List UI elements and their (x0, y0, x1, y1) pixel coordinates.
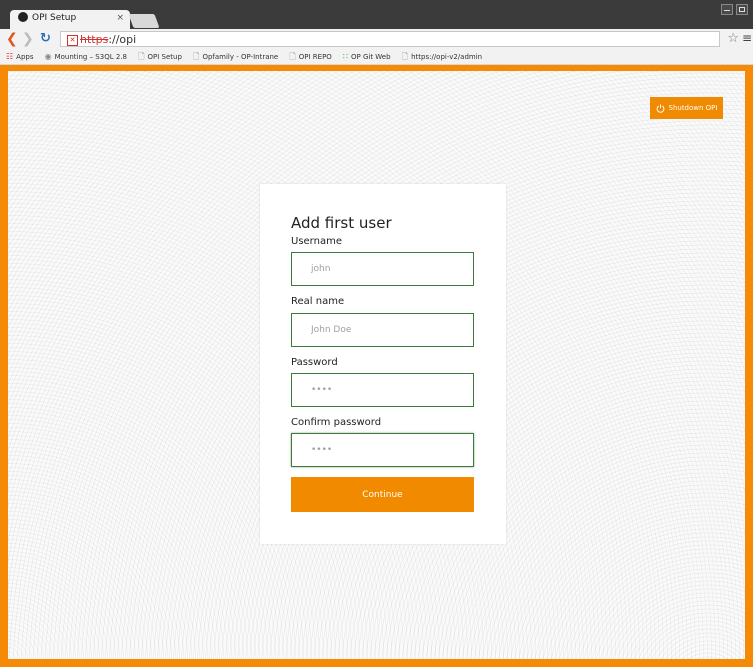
page-background: Shutdown OPI Add first user Username Rea… (8, 71, 745, 659)
bookmarks-bar: ☷ Apps ◉ Mounting – S3QL 2.8 🗋 OPI Setup 🗋 O… (0, 50, 753, 65)
bookmark-label: OPI Setup (147, 53, 182, 61)
url-host: ://opi (108, 33, 137, 46)
username-input[interactable] (291, 252, 474, 286)
page-icon: 🗋 (289, 52, 296, 61)
shutdown-label: Shutdown OPI (668, 104, 718, 112)
reload-icon[interactable]: ↻ (40, 32, 51, 46)
browser-menu-icon[interactable]: ≡ (742, 31, 752, 45)
bookmark-label: OP Git Web (351, 53, 391, 61)
add-user-card: Add first user Username Real name Passwo… (260, 184, 506, 544)
bookmark-apps[interactable]: ☷ Apps (6, 50, 34, 64)
form-title: Add first user (291, 214, 392, 232)
page-icon: 🗋 (193, 52, 200, 61)
browser-toolbar: ❮ ❯ ↻ ✕ https://opi ☆ ≡ (0, 29, 753, 50)
s3ql-icon: ◉ (44, 52, 52, 61)
maximize-window-icon[interactable] (736, 4, 748, 15)
tab-close-icon[interactable]: × (116, 13, 124, 23)
bookmark-label: Apps (16, 53, 34, 61)
bookmark-opi-admin[interactable]: 🗋 https://opi-v2/admin (402, 50, 482, 64)
bookmark-label: https://opi-v2/admin (411, 53, 483, 61)
realname-label: Real name (291, 296, 345, 307)
insecure-lock-icon[interactable]: ✕ (67, 34, 78, 46)
tab-title: OPI Setup (32, 13, 77, 23)
bookmark-star-icon[interactable]: ☆ (727, 31, 739, 46)
password-label: Password (291, 357, 338, 368)
bookmark-opfamily[interactable]: 🗋 Opfamily - OP-Intrane (193, 50, 278, 64)
confirm-password-input[interactable] (291, 433, 474, 467)
apps-grid-icon: ☷ (6, 52, 14, 61)
git-icon: ∷ (342, 52, 348, 61)
bookmark-label: Opfamily - OP-Intrane (202, 53, 279, 61)
address-bar[interactable]: ✕ https://opi (60, 31, 720, 47)
bookmark-s3ql[interactable]: ◉ Mounting – S3QL 2.8 (45, 50, 127, 64)
power-icon (656, 104, 665, 113)
username-label: Username (291, 236, 342, 247)
shutdown-button[interactable]: Shutdown OPI (650, 97, 723, 119)
minimize-window-icon[interactable] (721, 4, 733, 15)
bookmark-opi-setup[interactable]: 🗋 OPI Setup (138, 50, 182, 64)
site-favicon-icon (18, 12, 28, 22)
continue-button[interactable]: Continue (291, 477, 474, 512)
password-input[interactable] (291, 373, 474, 407)
new-tab-button[interactable] (128, 14, 160, 28)
tab-strip: OPI Setup × (0, 0, 753, 29)
bookmark-op-git-web[interactable]: ∷ OP Git Web (343, 50, 391, 64)
back-arrow-icon[interactable]: ❮ (6, 32, 18, 46)
page-viewport: Shutdown OPI Add first user Username Rea… (0, 65, 753, 667)
bookmark-opi-repo[interactable]: 🗋 OPI REPO (289, 50, 331, 64)
confirm-password-label: Confirm password (291, 417, 382, 428)
realname-input[interactable] (291, 313, 474, 347)
url-scheme: https (80, 33, 109, 46)
page-icon: 🗋 (401, 52, 409, 61)
browser-tab[interactable]: OPI Setup × (10, 10, 130, 29)
bookmark-label: Mounting – S3QL 2.8 (54, 53, 127, 61)
forward-arrow-icon[interactable]: ❯ (22, 32, 34, 46)
bookmark-label: OPI REPO (298, 53, 332, 61)
page-icon: 🗋 (138, 52, 145, 61)
